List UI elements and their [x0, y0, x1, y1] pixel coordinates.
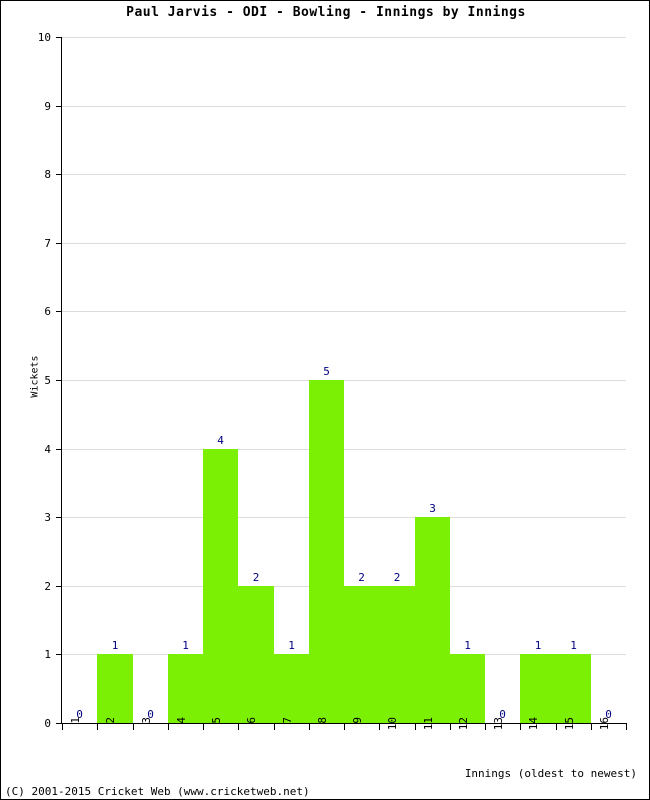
- x-tick-label: 10: [385, 717, 399, 731]
- copyright-footer: (C) 2001-2015 Cricket Web (www.cricketwe…: [5, 785, 310, 798]
- bar-value-label: 1: [534, 639, 542, 652]
- gridline: [62, 517, 626, 518]
- gridline: [62, 311, 626, 312]
- bar-value-label: 1: [288, 639, 295, 652]
- x-tick-label: 3: [139, 717, 153, 724]
- x-tick-mark: [556, 724, 557, 730]
- bar-value-label: 1: [182, 639, 189, 652]
- x-tick-mark: [344, 724, 345, 730]
- x-tick-mark: [485, 724, 486, 730]
- gridline: [62, 449, 626, 450]
- x-tick-mark: [309, 724, 310, 730]
- bar[interactable]: [168, 654, 203, 723]
- y-tick-label: 6: [44, 305, 51, 318]
- x-tick-label: 6: [244, 717, 258, 724]
- bar-value-label: 1: [464, 639, 471, 652]
- x-tick-label: 5: [209, 717, 223, 724]
- chart-title: Paul Jarvis - ODI - Bowling - Innings by…: [126, 5, 526, 20]
- gridline: [62, 380, 626, 381]
- y-tick-label: 9: [44, 100, 51, 113]
- y-tick-label: 8: [44, 168, 51, 181]
- bar[interactable]: [97, 654, 133, 723]
- bar-value-label: 3: [429, 502, 436, 515]
- x-tick-mark: [415, 724, 416, 730]
- x-axis-label: Innings (oldest to newest): [464, 767, 637, 780]
- y-tick-label: 1: [44, 648, 51, 661]
- bar-value-label: 2: [358, 571, 365, 584]
- bar-value-label: 5: [323, 365, 330, 378]
- y-tick-label: 4: [44, 443, 51, 456]
- bar-value-label: 1: [570, 639, 577, 652]
- bar[interactable]: [238, 586, 274, 723]
- x-tick-label: 14: [526, 717, 540, 731]
- x-tick-label: 15: [562, 717, 576, 731]
- bar-value-label: 2: [393, 571, 401, 584]
- bar-value-label: 1: [111, 639, 119, 652]
- x-tick-mark: [97, 724, 98, 730]
- x-tick-mark: [450, 724, 451, 730]
- chart-container: Paul Jarvis - ODI - Bowling - Innings by…: [0, 0, 650, 800]
- x-tick-label: 7: [280, 717, 294, 724]
- x-tick-mark: [520, 724, 521, 730]
- gridline: [62, 174, 626, 175]
- x-tick-label: 12: [456, 717, 470, 731]
- x-tick-label: 9: [350, 717, 364, 724]
- bar[interactable]: [556, 654, 591, 723]
- x-tick-mark: [626, 724, 627, 730]
- y-tick-label: 0: [44, 717, 51, 730]
- bar[interactable]: [274, 654, 309, 723]
- gridline: [62, 37, 626, 38]
- y-tick-label: 7: [44, 237, 51, 250]
- x-tick-label: 2: [103, 717, 117, 724]
- bar[interactable]: [379, 586, 415, 723]
- x-tick-mark: [238, 724, 239, 730]
- x-tick-mark: [62, 724, 63, 730]
- bar-value-label: 4: [217, 434, 224, 447]
- y-tick-label: 2: [44, 580, 51, 593]
- y-tick-label: 5: [44, 374, 51, 387]
- x-tick-mark: [379, 724, 380, 730]
- y-tick-label: 3: [44, 511, 51, 524]
- bar-value-label: 2: [252, 571, 260, 584]
- y-tick-label: 10: [37, 31, 51, 44]
- bar-value-label: 0: [76, 708, 83, 721]
- bar[interactable]: [309, 380, 344, 723]
- x-tick-mark: [133, 724, 134, 730]
- gridline: [62, 243, 626, 244]
- bar[interactable]: [344, 586, 379, 723]
- x-tick-mark: [591, 724, 592, 730]
- x-tick-mark: [203, 724, 204, 730]
- x-tick-label: 8: [315, 717, 329, 724]
- x-tick-label: 4: [174, 717, 188, 724]
- bar-value-label: 0: [147, 708, 154, 721]
- x-tick-label: 11: [421, 717, 435, 731]
- x-tick-label: 13: [491, 717, 505, 731]
- x-tick-label: 1: [68, 717, 82, 724]
- bar-value-label: 0: [499, 708, 506, 721]
- bar[interactable]: [450, 654, 485, 723]
- bar-value-label: 0: [605, 708, 612, 721]
- bar[interactable]: [520, 654, 556, 723]
- bar[interactable]: [203, 449, 238, 723]
- gridline: [62, 106, 626, 107]
- bar[interactable]: [415, 517, 450, 723]
- x-tick-label: 16: [597, 717, 611, 731]
- x-tick-mark: [274, 724, 275, 730]
- plot-area: [62, 37, 626, 723]
- x-tick-mark: [168, 724, 169, 730]
